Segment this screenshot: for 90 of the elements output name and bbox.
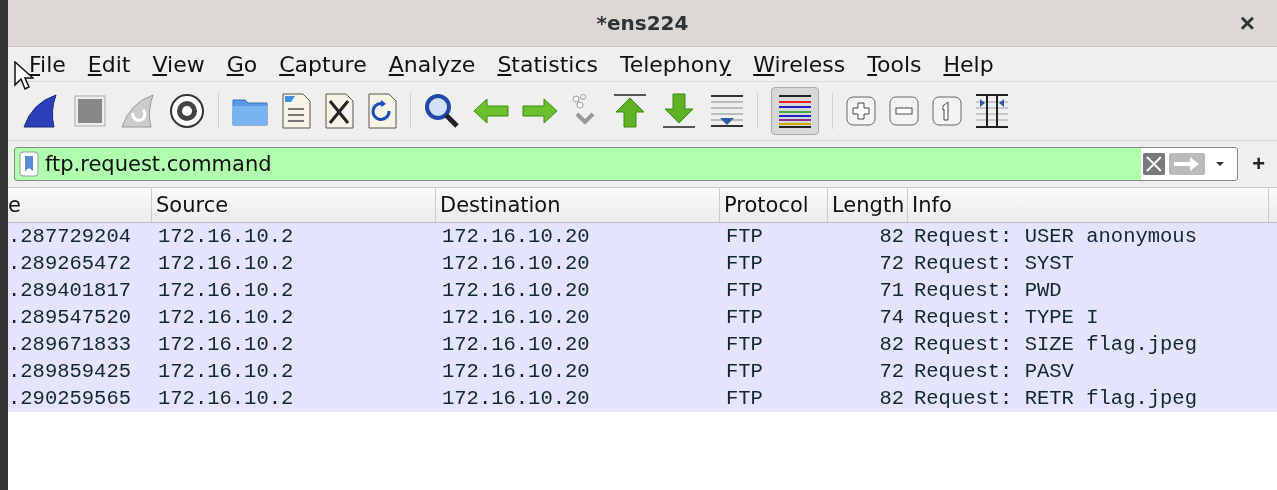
colorize-button[interactable] <box>771 87 819 135</box>
normal-size-icon[interactable] <box>932 96 962 126</box>
table-cell-text: 82 <box>878 387 905 410</box>
display-filter-field[interactable]: ftp.request.command <box>14 147 1239 181</box>
table-cell-text: .289265472 <box>8 252 133 275</box>
packet-row[interactable]: .289859425 172.16.10.2 172.16.10.20 FTP 72 Request: PASV <box>8 358 1277 385</box>
table-cell-text: Request: TYPE I <box>913 306 1100 329</box>
clear-icon[interactable] <box>1143 153 1166 175</box>
back-arrow-icon[interactable] <box>473 98 509 124</box>
table-cell-text: 172.16.10.20 <box>441 333 591 356</box>
menu-item[interactable]: Capture <box>268 51 378 77</box>
table-cell-text: 172.16.10.2 <box>157 225 295 248</box>
table-cell-text: 172.16.10.2 <box>157 279 295 302</box>
table-cell-text: 82 <box>878 333 905 356</box>
bookmark-icon[interactable] <box>19 151 39 177</box>
menu-item[interactable]: Telephony <box>608 51 743 77</box>
shark-fin-icon[interactable] <box>22 93 60 129</box>
file-icon[interactable] <box>281 93 311 129</box>
table-cell-text: 72 <box>878 252 905 275</box>
table-cell-text: Request: RETR flag.jpeg <box>913 387 1198 410</box>
table-cell-text: 71 <box>878 279 905 302</box>
table-cell-text: FTP <box>725 387 764 410</box>
forward-arrow-icon[interactable] <box>522 98 558 124</box>
packet-row[interactable]: .290259565 172.16.10.2 172.16.10.20 FTP 82 Request: RETR flag.jpeg <box>8 385 1277 412</box>
menu-item[interactable]: Go <box>215 51 269 77</box>
table-cell-text: 172.16.10.2 <box>157 252 295 275</box>
table-cell-text: 172.16.10.20 <box>441 387 591 410</box>
table-cell-text: Request: PWD <box>913 279 1063 302</box>
table-cell-text: 172.16.10.20 <box>441 252 591 275</box>
zoom-in-icon[interactable] <box>846 96 876 126</box>
column-header[interactable]: Protocol <box>720 188 828 222</box>
table-cell-text: 172.16.10.2 <box>157 387 295 410</box>
packet-row[interactable]: .289671833 172.16.10.2 172.16.10.20 FTP 82 Request: SIZE flag.jpeg <box>8 331 1277 358</box>
table-cell-text: 172.16.10.20 <box>441 225 591 248</box>
arrow-down-icon[interactable] <box>661 93 697 129</box>
table-cell-text: 172.16.10.20 <box>441 279 591 302</box>
packet-row[interactable]: .287729204 172.16.10.2 172.16.10.20 FTP 82 Request: USER anonymous <box>8 223 1277 250</box>
table-cell-text: Request: USER anonymous <box>913 225 1198 248</box>
table-cell-text: .287729204 <box>8 225 133 248</box>
menu-item[interactable]: Tools <box>856 51 933 77</box>
table-cell-text: FTP <box>725 252 764 275</box>
folder-icon[interactable] <box>232 96 268 126</box>
packet-row[interactable]: .289401817 172.16.10.2 172.16.10.20 FTP 71 Request: PWD <box>8 277 1277 304</box>
menu-item[interactable]: View <box>141 51 216 77</box>
autoscroll-icon[interactable] <box>710 94 744 128</box>
table-cell-text: 172.16.10.2 <box>157 333 295 356</box>
menu-item[interactable]: Analyze <box>377 51 487 77</box>
menu-item[interactable]: Statistics <box>486 51 609 77</box>
menu-item[interactable]: Wireless <box>742 51 857 77</box>
table-cell-text: FTP <box>725 333 764 356</box>
restart-icon[interactable] <box>120 93 156 129</box>
table-cell-text: Request: SYST <box>913 252 1075 275</box>
column-header[interactable]: Source <box>152 188 436 222</box>
arrow-up-icon[interactable] <box>612 93 648 129</box>
table-cell-text: 172.16.10.2 <box>157 360 295 383</box>
table-cell-text: FTP <box>725 225 764 248</box>
table-cell-text: FTP <box>725 306 764 329</box>
table-cell-text: .289671833 <box>8 333 133 356</box>
menu-item[interactable]: Edit <box>76 51 142 77</box>
table-cell-text: 82 <box>878 225 905 248</box>
table-cell-text: FTP <box>725 279 764 302</box>
search-icon[interactable] <box>424 93 460 129</box>
table-cell-text: 72 <box>878 360 905 383</box>
table-cell-text: 172.16.10.2 <box>157 306 295 329</box>
column-header[interactable]: Info <box>908 188 1269 222</box>
stop-icon[interactable] <box>73 94 107 128</box>
table-cell-text: Request: PASV <box>913 360 1075 383</box>
resize-columns-icon[interactable] <box>975 93 1009 129</box>
close-button[interactable]: × <box>1235 8 1259 39</box>
reload-file-icon[interactable] <box>367 93 397 129</box>
column-header[interactable]: e <box>8 188 152 222</box>
column-header[interactable]: Destination <box>436 188 720 222</box>
column-header[interactable]: Length <box>828 188 908 222</box>
table-cell-text: Request: SIZE flag.jpeg <box>913 333 1198 356</box>
zoom-out-icon[interactable] <box>889 96 919 126</box>
table-cell-text: FTP <box>725 360 764 383</box>
table-cell-text: .289401817 <box>8 279 133 302</box>
settings-icon[interactable] <box>169 93 205 129</box>
packet-row[interactable]: .289265472 172.16.10.2 172.16.10.20 FTP 72 Request: SYST <box>8 250 1277 277</box>
window-title: *ens224 <box>596 11 689 35</box>
table-cell-text: 74 <box>878 306 905 329</box>
close-file-icon[interactable] <box>324 93 354 129</box>
table-cell-text: .290259565 <box>8 387 133 410</box>
packet-row[interactable]: .289547520 172.16.10.2 172.16.10.20 FTP 74 Request: TYPE I <box>8 304 1277 331</box>
table-cell-text: .289859425 <box>8 360 133 383</box>
add-filter-button[interactable]: + <box>1248 151 1269 177</box>
menu-item[interactable]: Help <box>932 51 1005 77</box>
table-cell-text: .289547520 <box>8 306 133 329</box>
table-cell-text: 172.16.10.20 <box>441 306 591 329</box>
table-cell-text: 172.16.10.20 <box>441 360 591 383</box>
